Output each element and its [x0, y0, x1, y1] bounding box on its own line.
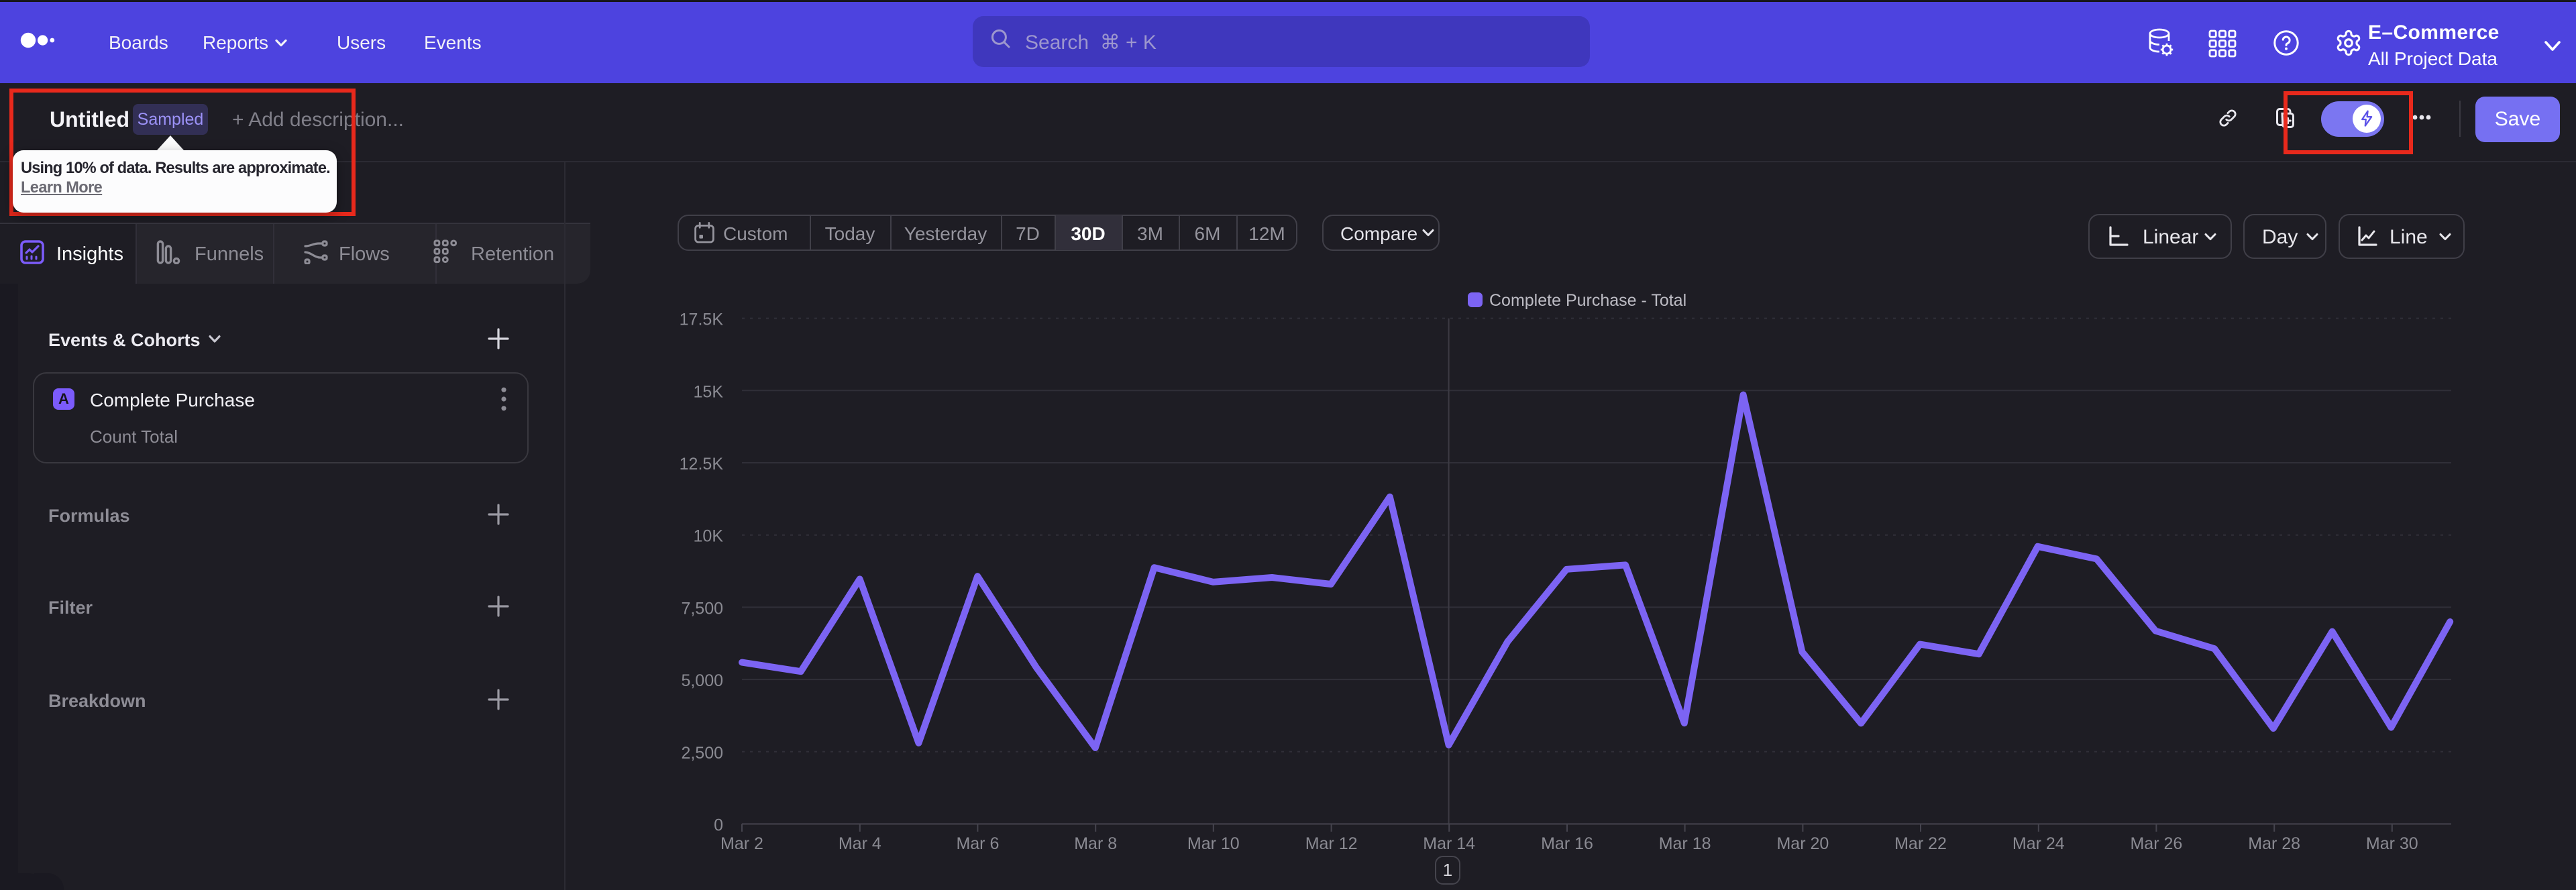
- svg-text:Mar 28: Mar 28: [2248, 834, 2300, 853]
- svg-text:Mar 26: Mar 26: [2130, 834, 2182, 853]
- svg-text:Mar 30: Mar 30: [2366, 834, 2418, 853]
- svg-text:Mar 14: Mar 14: [1423, 834, 1475, 853]
- svg-text:7,500: 7,500: [681, 599, 723, 618]
- svg-text:Mar 4: Mar 4: [839, 834, 881, 853]
- svg-text:2,500: 2,500: [681, 744, 723, 763]
- svg-text:0: 0: [714, 816, 723, 835]
- svg-text:Mar 12: Mar 12: [1305, 834, 1358, 853]
- svg-text:Mar 10: Mar 10: [1187, 834, 1240, 853]
- svg-text:Mar 20: Mar 20: [1776, 834, 1829, 853]
- svg-text:Mar 16: Mar 16: [1541, 834, 1593, 853]
- svg-text:5,000: 5,000: [681, 671, 723, 690]
- svg-text:Mar 24: Mar 24: [2012, 834, 2065, 853]
- svg-text:15K: 15K: [694, 382, 724, 401]
- svg-text:17.5K: 17.5K: [680, 311, 724, 329]
- svg-text:12.5K: 12.5K: [680, 455, 724, 474]
- svg-text:Mar 8: Mar 8: [1074, 834, 1117, 853]
- svg-text:Mar 18: Mar 18: [1659, 834, 1711, 853]
- svg-text:Mar 2: Mar 2: [720, 834, 763, 853]
- svg-text:Mar 22: Mar 22: [1894, 834, 1947, 853]
- svg-text:Mar 6: Mar 6: [956, 834, 999, 853]
- svg-text:10K: 10K: [694, 527, 724, 546]
